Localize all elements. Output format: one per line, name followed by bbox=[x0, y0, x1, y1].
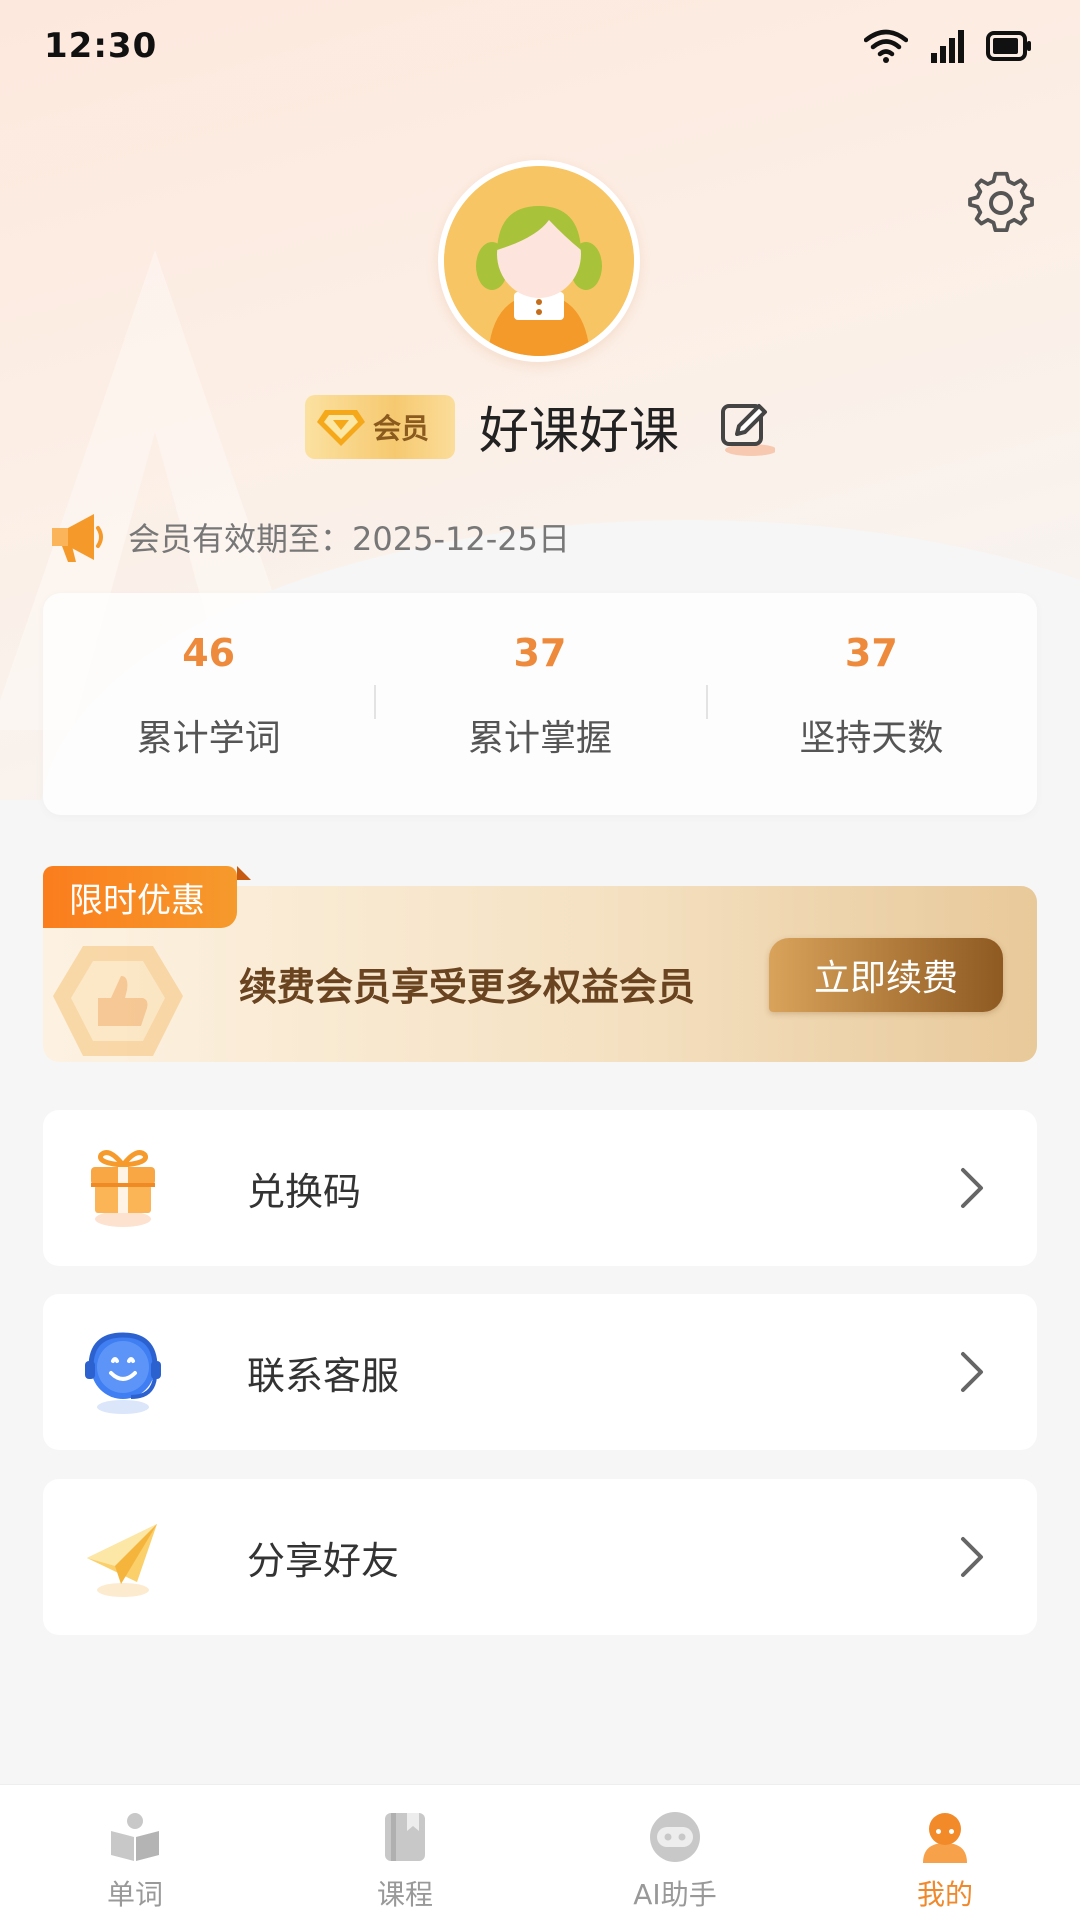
book-open-icon bbox=[111, 1813, 159, 1861]
menu-item-contact-support[interactable]: 联系客服 bbox=[43, 1294, 1037, 1450]
status-bar: 12:30 bbox=[0, 0, 1080, 92]
tab-label: 课程 bbox=[376, 1878, 433, 1911]
vip-badge-label: 会员 bbox=[373, 412, 430, 445]
stat-label: 累计学词 bbox=[136, 718, 281, 759]
user-icon bbox=[923, 1813, 967, 1863]
stat-words-learned[interactable]: 46 累计学词 bbox=[43, 593, 374, 815]
limited-offer-tag: 限时优惠 bbox=[43, 866, 251, 928]
username-row: 会员 好课好课 bbox=[305, 392, 775, 462]
settings-gear-icon[interactable] bbox=[968, 170, 1034, 236]
avatar[interactable] bbox=[438, 160, 640, 362]
signal-icon bbox=[931, 30, 964, 63]
wifi-icon bbox=[864, 29, 908, 63]
battery-icon bbox=[986, 31, 1031, 61]
stat-label: 坚持天数 bbox=[799, 718, 944, 759]
menu-label: 联系客服 bbox=[247, 1353, 400, 1398]
chevron-right-icon bbox=[961, 1168, 983, 1208]
vip-badge: 会员 bbox=[305, 395, 455, 459]
status-time: 12:30 bbox=[44, 26, 158, 66]
stat-streak-days[interactable]: 37 坚持天数 bbox=[705, 593, 1037, 815]
megaphone-icon bbox=[52, 514, 103, 562]
tab-label: 单词 bbox=[106, 1878, 163, 1911]
stat-words-mastered[interactable]: 37 累计掌握 bbox=[374, 593, 705, 815]
stat-label: 累计掌握 bbox=[467, 718, 612, 759]
promo-text: 续费会员享受更多权益会员 bbox=[239, 965, 696, 1009]
membership-expiry-text: 会员有效期至：2025-12-25日 bbox=[128, 520, 570, 558]
renew-now-button[interactable]: 立即续费 bbox=[769, 938, 1003, 1012]
customer-service-icon bbox=[85, 1332, 161, 1414]
chevron-right-icon bbox=[961, 1352, 983, 1392]
username: 好课好课 bbox=[479, 402, 679, 460]
tab-mine[interactable]: 我的 bbox=[810, 1785, 1080, 1920]
stat-value: 46 bbox=[182, 631, 236, 675]
menu-item-redeem-code[interactable]: 兑换码 bbox=[43, 1110, 1037, 1266]
stat-value: 37 bbox=[844, 631, 898, 675]
menu-label: 分享好友 bbox=[247, 1538, 400, 1583]
tab-label: AI助手 bbox=[633, 1878, 717, 1911]
paper-plane-icon bbox=[87, 1524, 157, 1597]
tab-courses[interactable]: 课程 bbox=[270, 1785, 540, 1920]
tab-ai-assistant[interactable]: AI助手 bbox=[540, 1785, 810, 1920]
menu-label: 兑换码 bbox=[247, 1169, 362, 1214]
avatar-girl-illustration bbox=[444, 166, 634, 356]
chat-bubble-icon bbox=[650, 1812, 700, 1862]
stat-value: 37 bbox=[513, 631, 567, 675]
notebook-icon bbox=[385, 1813, 425, 1861]
tab-words[interactable]: 单词 bbox=[0, 1785, 270, 1920]
membership-expiry-row: 会员有效期至：2025-12-25日 bbox=[48, 510, 570, 564]
bottom-tab-bar: 单词 课程 AI助手 我的 bbox=[0, 1784, 1080, 1920]
stats-card: 46 累计学词 37 累计掌握 37 坚持天数 bbox=[43, 593, 1037, 815]
tab-label: 我的 bbox=[916, 1878, 973, 1911]
chevron-right-icon bbox=[961, 1537, 983, 1577]
diamond-icon bbox=[317, 410, 365, 446]
thumbs-up-badge-icon bbox=[53, 946, 183, 1056]
gift-icon bbox=[91, 1150, 155, 1227]
edit-icon[interactable] bbox=[717, 398, 775, 456]
menu-item-share-friends[interactable]: 分享好友 bbox=[43, 1479, 1037, 1635]
